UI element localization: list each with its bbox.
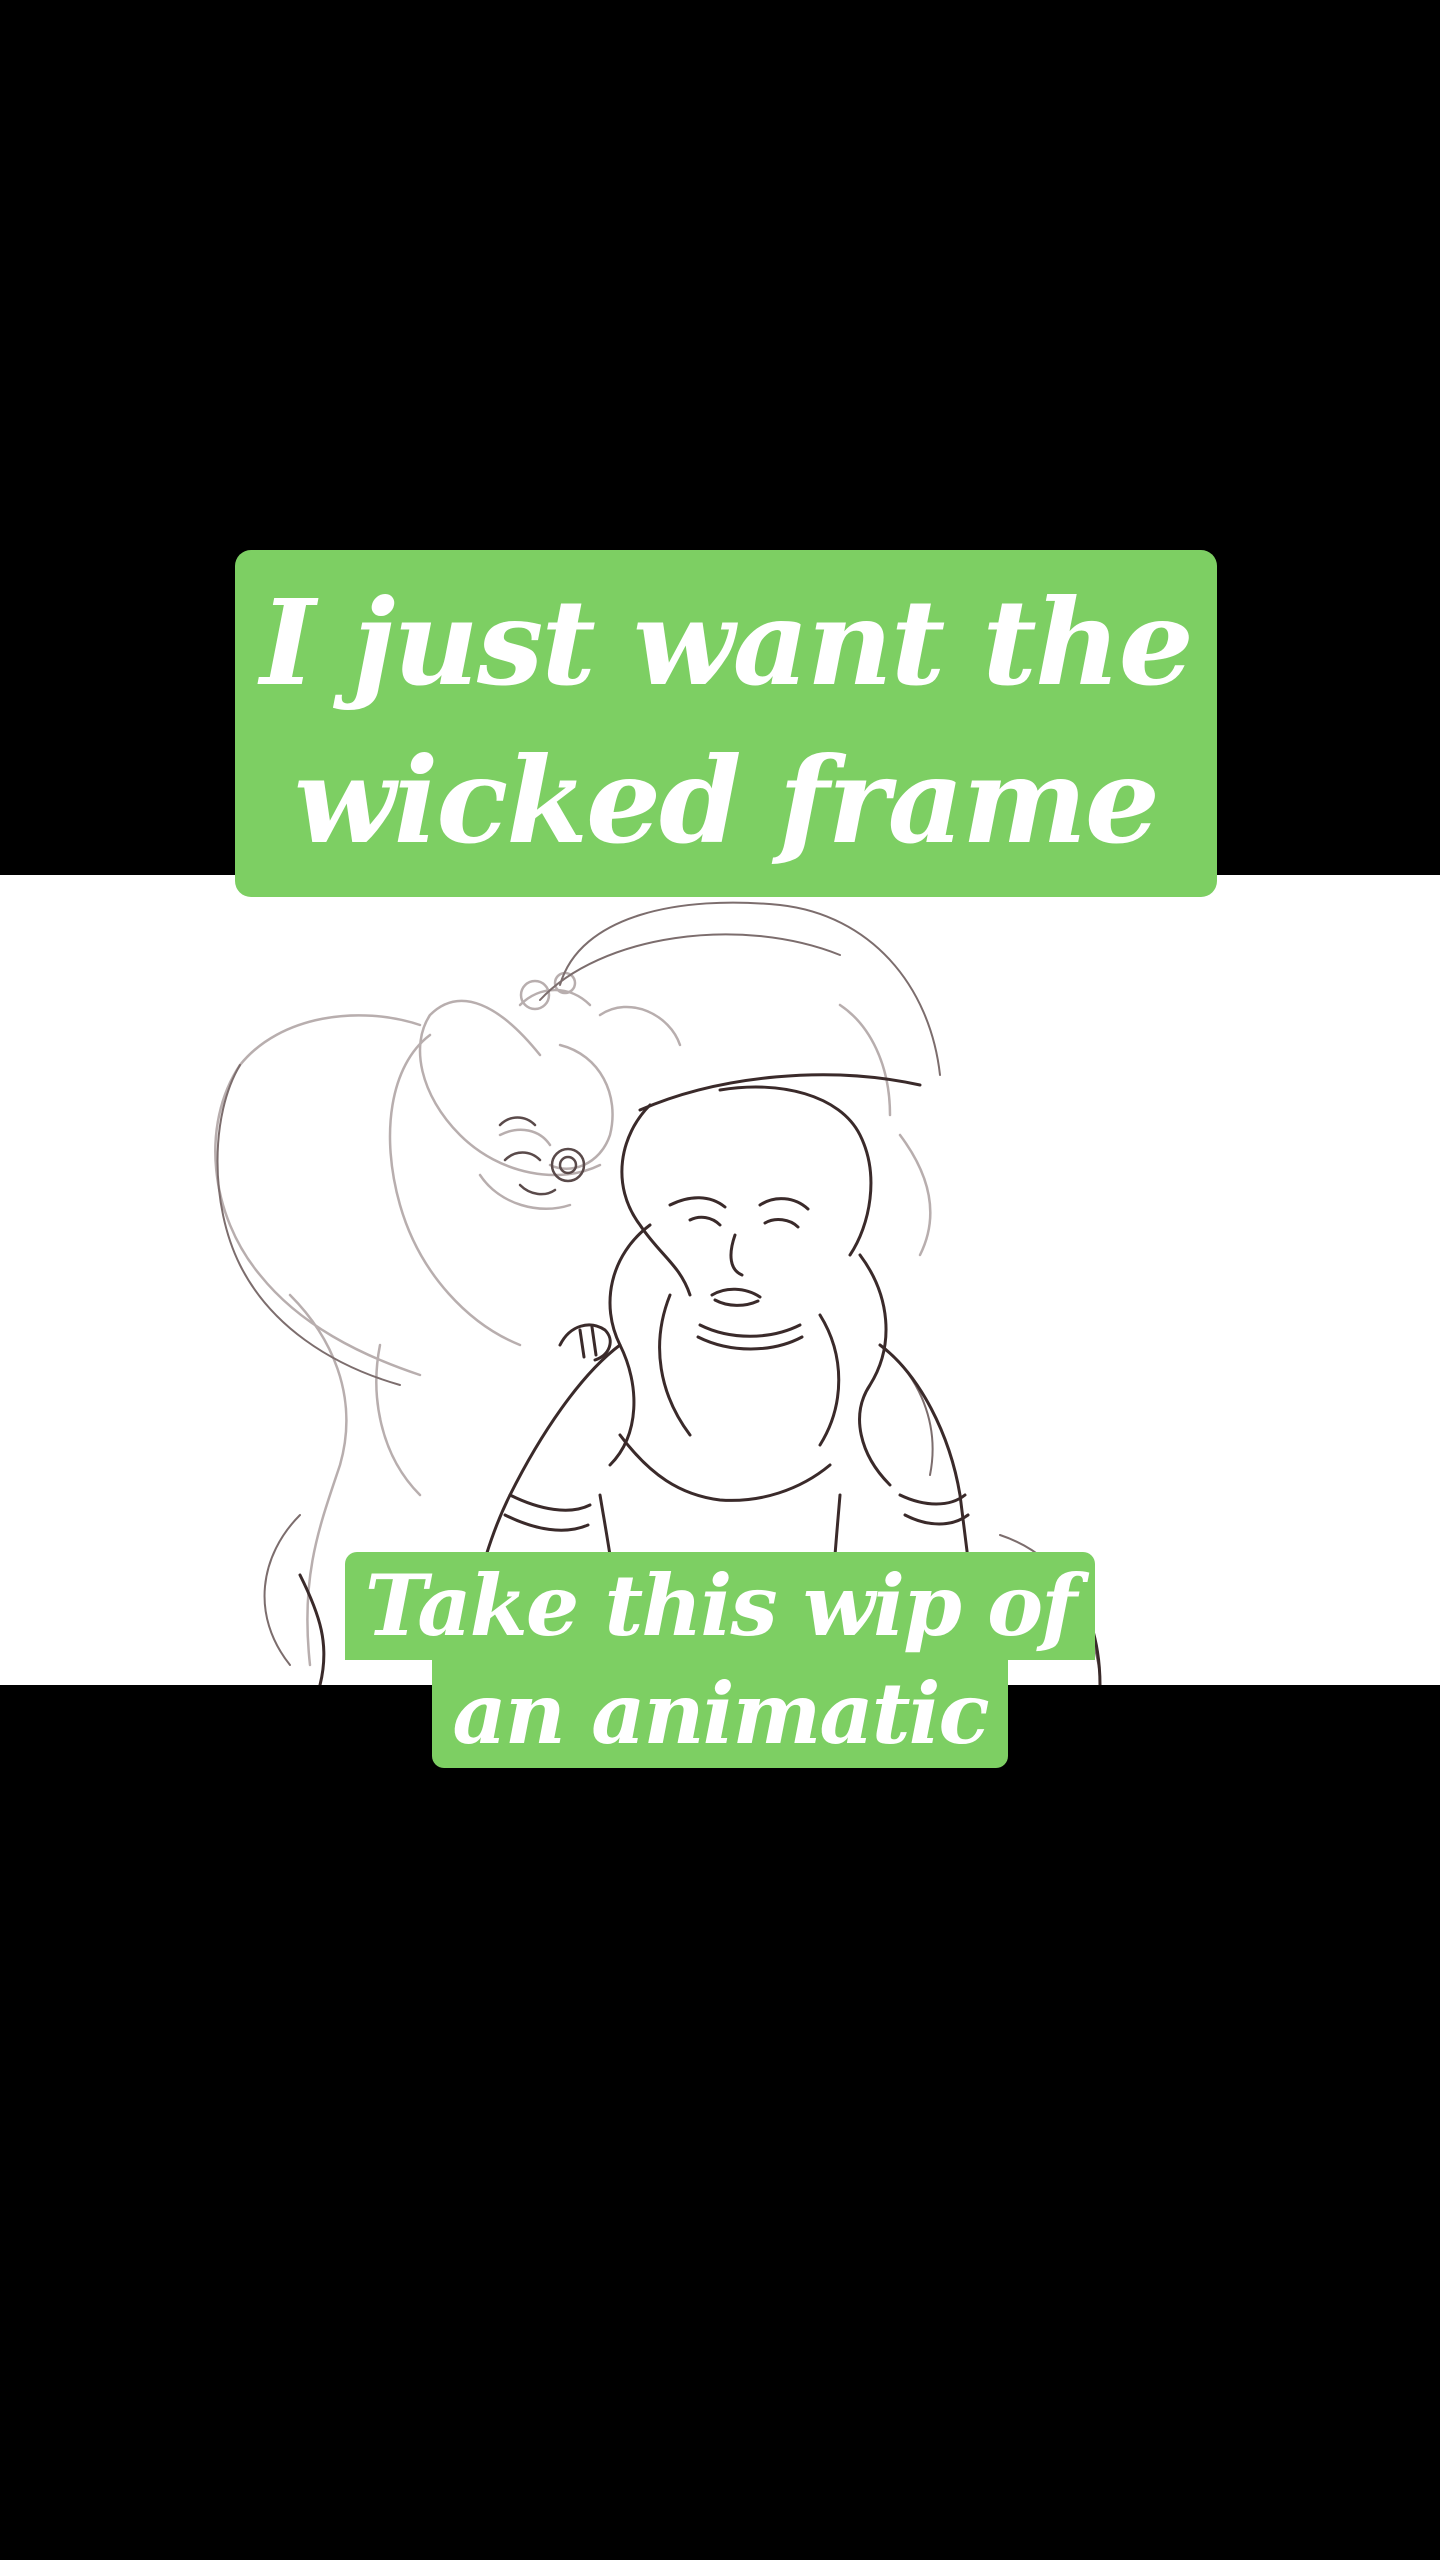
second-figure-face <box>498 1116 586 1196</box>
caption-bottom: Take this wip of an animatic <box>0 1552 1440 1768</box>
caption-top-line-1: I just want the <box>260 573 1194 712</box>
caption-top: I just want the wicked frame <box>235 550 1217 897</box>
letterbox-bottom <box>0 1685 1440 2560</box>
caption-bottom-line-1: Take this wip of <box>344 1552 1096 1660</box>
caption-top-line-2: wicked frame <box>294 731 1160 870</box>
caption-bottom-line-2: an animatic <box>432 1660 1008 1768</box>
